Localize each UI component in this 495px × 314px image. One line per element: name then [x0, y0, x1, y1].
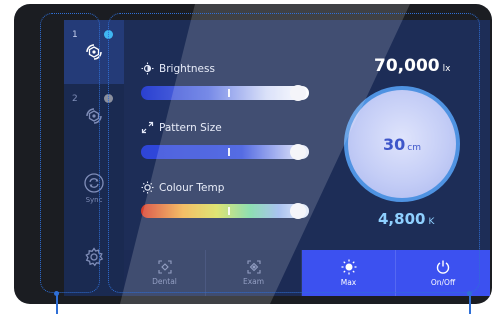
- max-mode-button[interactable]: Max: [302, 250, 396, 296]
- lux-value: 70,000: [374, 56, 440, 76]
- sync-icon: [84, 173, 104, 193]
- dental-label: Dental: [152, 277, 177, 286]
- active-indicator-dot: [104, 30, 113, 39]
- brightness-icon: [141, 62, 154, 75]
- brightness-control-label: Brightness: [141, 62, 215, 75]
- dental-mode-button[interactable]: Dental: [124, 250, 206, 296]
- pattern-size-slider-thumb[interactable]: [290, 144, 306, 160]
- colour-temp-control-label: Colour Temp: [141, 181, 224, 194]
- main-callout-line: [469, 293, 471, 314]
- distance-value: 30: [383, 134, 406, 154]
- device-frame: 1 2 Sync Brightness Pattern Size Colour …: [14, 4, 492, 304]
- inactive-indicator-dot: [104, 94, 113, 103]
- brightness-slider-thumb[interactable]: [290, 85, 306, 101]
- colour-temp-readout: 4,800 K: [378, 210, 434, 228]
- sidebar-item-pattern-2[interactable]: 2: [64, 84, 124, 148]
- exam-mode-icon: [246, 260, 261, 274]
- brightness-slider[interactable]: [141, 85, 309, 101]
- sidebar-item-sync[interactable]: Sync: [64, 160, 124, 216]
- brightness-label: Brightness: [159, 62, 215, 75]
- max-sun-icon: [341, 259, 356, 275]
- pattern-hex-icon: [86, 44, 102, 60]
- kelvin-value: 4,800: [378, 210, 426, 228]
- on-off-label: On/Off: [430, 278, 456, 287]
- dental-mode-icon: [157, 260, 172, 274]
- distance-unit: cm: [407, 142, 421, 153]
- slider-center-mark: [228, 89, 230, 97]
- sidebar-callout-dot: [54, 291, 59, 296]
- expand-arrows-icon: [141, 121, 154, 134]
- exam-mode-button[interactable]: Exam: [206, 250, 302, 296]
- pattern-size-control-label: Pattern Size: [141, 121, 222, 134]
- slider-center-mark: [228, 207, 230, 215]
- distance-readout: 30 cm: [383, 135, 421, 154]
- gear-icon: [85, 247, 104, 267]
- sidebar-item-number: 1: [72, 30, 78, 40]
- pattern-size-label: Pattern Size: [159, 121, 222, 134]
- sidebar: 1 2 Sync: [64, 20, 124, 296]
- pattern-hex-icon: [86, 108, 102, 124]
- sidebar-callout-line: [56, 293, 58, 314]
- colour-temp-label: Colour Temp: [159, 181, 225, 194]
- sun-icon: [141, 181, 154, 194]
- touch-screen: 1 2 Sync Brightness Pattern Size Colour …: [64, 20, 490, 296]
- sidebar-item-number: 2: [72, 94, 78, 104]
- sync-label: Sync: [85, 196, 103, 204]
- power-button[interactable]: On/Off: [396, 250, 490, 296]
- kelvin-unit: K: [428, 217, 435, 227]
- max-label: Max: [340, 278, 357, 287]
- power-icon: [436, 260, 450, 274]
- illuminance-readout: 70,000 lx: [374, 56, 450, 76]
- lux-unit: lx: [442, 64, 451, 74]
- slider-center-mark: [228, 148, 230, 156]
- pattern-size-slider[interactable]: [141, 144, 309, 160]
- sidebar-item-pattern-1[interactable]: 1: [64, 20, 124, 84]
- distance-dial[interactable]: 30 cm: [344, 86, 460, 202]
- sidebar-item-settings[interactable]: [64, 232, 124, 282]
- mode-button-bar: Dental Exam Max On/Off: [124, 250, 490, 296]
- colour-temp-slider-thumb[interactable]: [290, 203, 306, 219]
- main-callout-dot: [467, 291, 472, 296]
- colour-temp-slider[interactable]: [141, 203, 309, 219]
- exam-label: Exam: [242, 277, 265, 286]
